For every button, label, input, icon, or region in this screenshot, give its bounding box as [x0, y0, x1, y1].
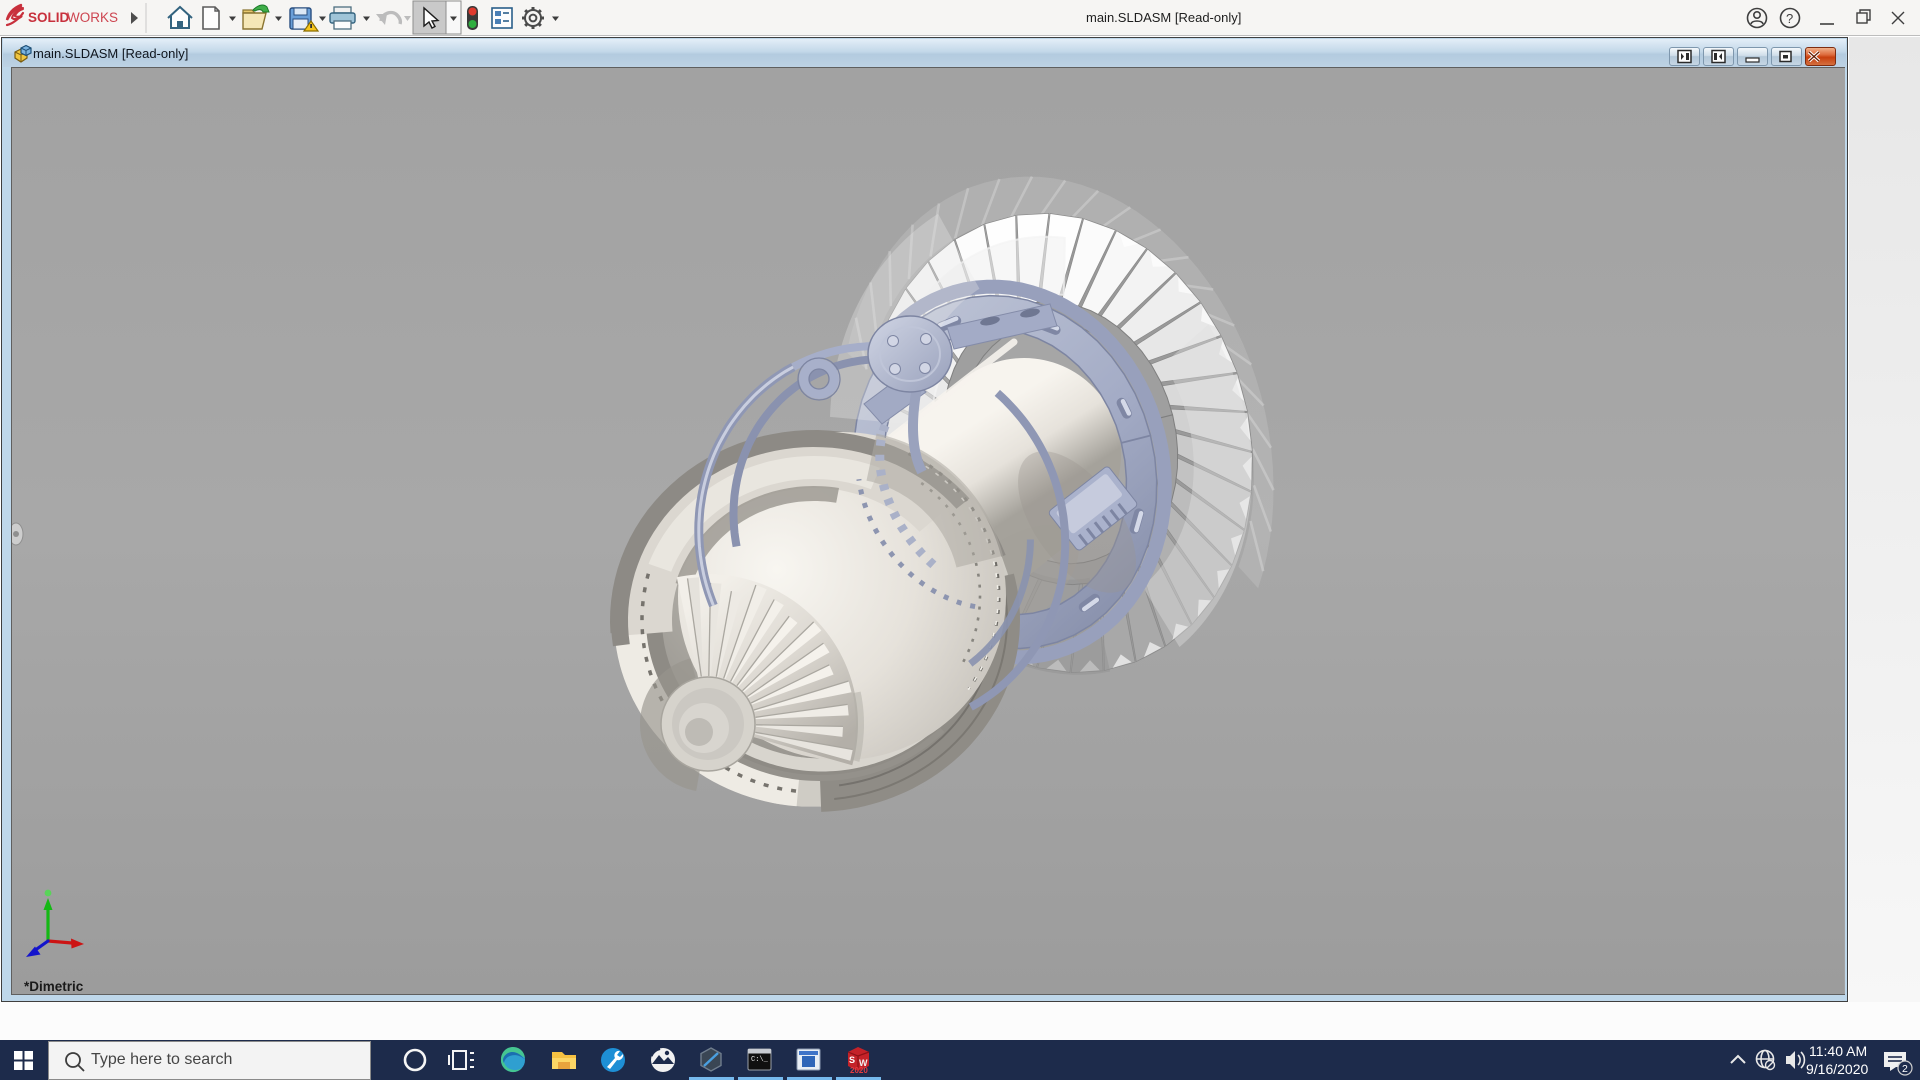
- svg-text:C:\_: C:\_: [751, 1056, 769, 1064]
- svg-text:S: S: [849, 1055, 855, 1065]
- svg-text:2020: 2020: [850, 1066, 868, 1075]
- svg-text:*Dimetric: *Dimetric: [24, 979, 84, 994]
- svg-text:?: ?: [1786, 11, 1793, 26]
- svg-text:SOLID: SOLID: [28, 10, 70, 25]
- svg-text:2: 2: [1902, 1063, 1908, 1075]
- svg-text:WORKS: WORKS: [67, 10, 118, 25]
